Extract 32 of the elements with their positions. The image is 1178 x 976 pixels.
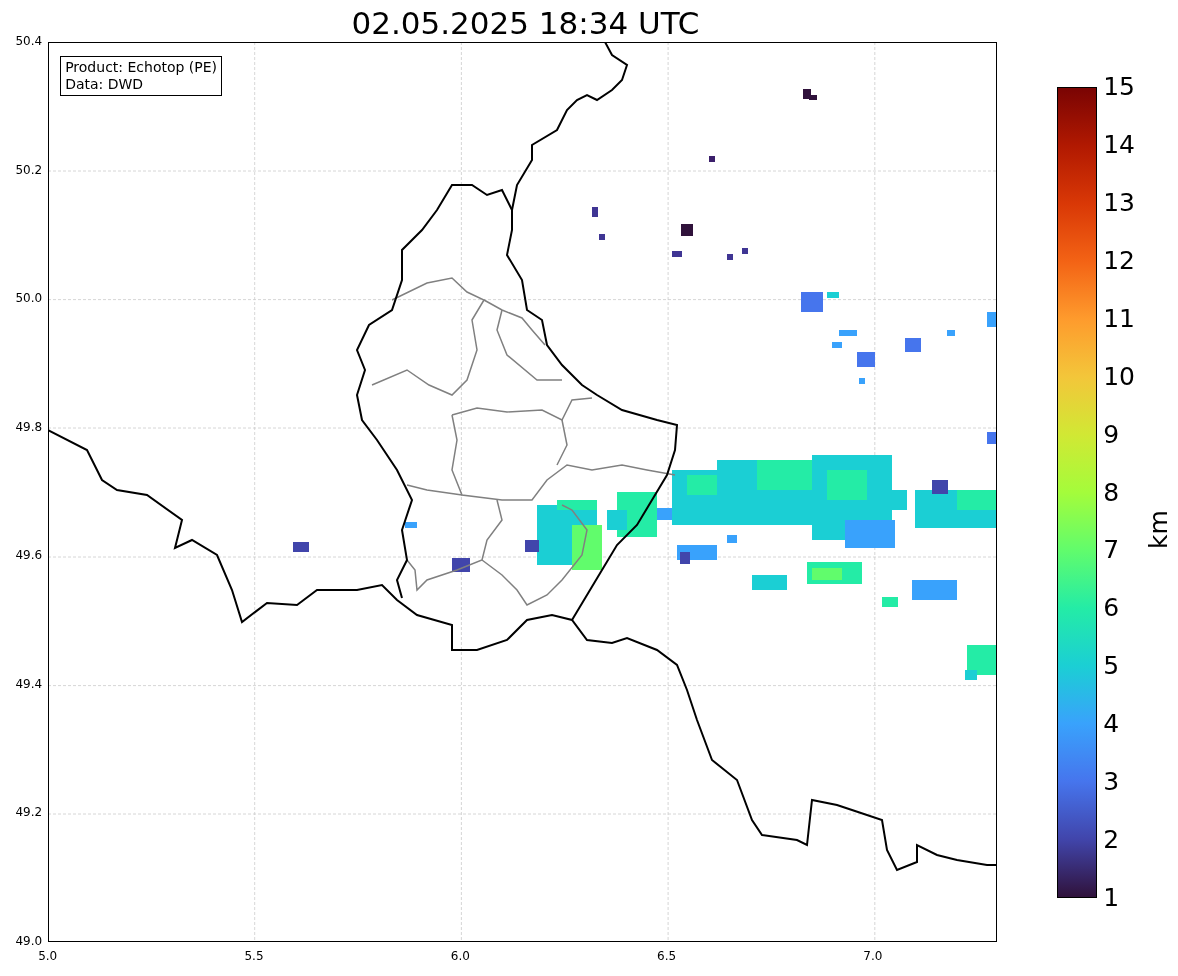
colorbar-tick-label: 8 — [1103, 479, 1120, 506]
axis-tick-label: 49.0 — [15, 934, 43, 948]
colorbar-tick-label: 15 — [1103, 74, 1135, 100]
axis-tick-label: 50.4 — [15, 34, 43, 48]
colorbar-label: km — [1144, 510, 1174, 549]
axis-tick-label: 50.2 — [15, 162, 43, 177]
colorbar-tick-label: 14 — [1103, 131, 1135, 158]
colorbar-tick-label: 7 — [1103, 537, 1120, 564]
colorbar-tick-label: 10 — [1103, 363, 1135, 390]
axis-tick-label: 5.0 — [38, 949, 58, 963]
colorbar-tick-label: 13 — [1103, 189, 1135, 216]
axis-tick-label: 6.0 — [450, 949, 470, 963]
colorbar-tick-label: 1 — [1103, 885, 1120, 911]
colorbar-tick-label: 3 — [1103, 769, 1120, 796]
colorbar-tick-label: 2 — [1103, 827, 1120, 854]
axis-tick-label: 49.8 — [15, 419, 43, 434]
axis-tick-label: 6.5 — [657, 949, 677, 963]
colorbar-tick-label: 9 — [1103, 421, 1120, 448]
plot-title: 02.05.2025 18:34 UTC — [351, 6, 700, 42]
axis-tick-label: 5.5 — [244, 949, 264, 963]
colorbar-tick-label: 12 — [1103, 247, 1135, 274]
info-text: Data: DWD — [65, 76, 145, 93]
colorbar-tick-label: 6 — [1103, 595, 1120, 622]
colorbar-tick-label: 5 — [1103, 653, 1120, 680]
info-text: Product: Echotop (PE) — [65, 59, 218, 76]
colorbar-tick-label: 11 — [1103, 305, 1135, 332]
axis-tick-label: 50.0 — [15, 291, 43, 306]
axis-tick-label: 49.4 — [15, 676, 43, 691]
axis-tick-label: 49.6 — [15, 548, 43, 563]
colorbar-tick-label: 4 — [1103, 711, 1120, 738]
axis-tick-label: 7.0 — [863, 949, 883, 963]
axis-tick-label: 49.2 — [15, 805, 43, 820]
